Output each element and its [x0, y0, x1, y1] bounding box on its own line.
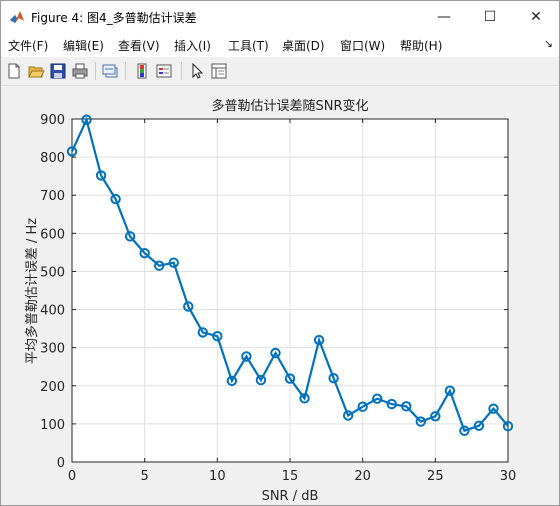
minimize-icon: —	[437, 9, 451, 25]
save-icon[interactable]	[49, 62, 67, 80]
menu-view[interactable]: 查看(V)	[118, 37, 160, 54]
matlab-logo-icon	[10, 11, 24, 23]
maximize-icon: ☐	[483, 9, 497, 25]
menu-window[interactable]: 窗口(W)	[340, 37, 385, 54]
y-axis-label: 平均多普勒估计误差 / Hz	[24, 218, 40, 364]
title-bar[interactable]: Figure 4: 图4_多普勒估计误差 — ☐ ✕	[1, 1, 559, 33]
menu-help[interactable]: 帮助(H)	[400, 37, 442, 54]
menu-bar: 文件(F) 编辑(E) 查看(V) 插入(I) 工具(T) 桌面(D) 窗口(W…	[1, 33, 559, 57]
y-tick-label: 900	[40, 113, 65, 128]
x-tick-label: 5	[141, 469, 149, 484]
close-icon: ✕	[530, 9, 542, 25]
window-title: Figure 4: 图4_多普勒估计误差	[31, 11, 197, 25]
print-icon[interactable]	[71, 62, 89, 80]
maximize-button[interactable]: ☐	[467, 1, 513, 33]
close-button[interactable]: ✕	[513, 1, 559, 33]
x-tick-label: 20	[354, 469, 371, 484]
toolbar-separator	[95, 62, 96, 80]
x-axis-label: SNR / dB	[262, 489, 319, 504]
y-tick-label: 800	[40, 151, 65, 166]
figure-canvas: 0 5 10 15 20 25 30 0 100 200 300 400 500 600 700 800 900…	[1, 86, 559, 505]
menu-insert[interactable]: 插入(I)	[174, 37, 211, 54]
menu-edit[interactable]: 编辑(E)	[63, 37, 104, 54]
y-tick-label: 600	[40, 227, 65, 242]
y-tick-label: 400	[40, 304, 65, 319]
new-figure-icon[interactable]	[5, 62, 23, 80]
y-tick-label: 0	[57, 456, 65, 471]
x-tick-label: 0	[68, 469, 76, 484]
figure-window: Figure 4: 图4_多普勒估计误差 — ☐ ✕ 文件(F) 编辑(E) 查…	[0, 0, 560, 506]
insert-legend-icon[interactable]	[155, 62, 173, 80]
line-chart[interactable]: 0 5 10 15 20 25 300100200300400500600700800900…	[1, 86, 559, 505]
property-inspector-icon[interactable]	[210, 62, 228, 80]
chart-title: 多普勒估计误差随SNR变化	[211, 98, 368, 114]
minimize-button[interactable]: —	[421, 1, 467, 33]
y-tick-label: 500	[40, 265, 65, 280]
y-tick-label: 300	[40, 342, 65, 357]
link-icon[interactable]	[101, 62, 119, 80]
y-tick-label: 200	[40, 380, 65, 395]
menu-desktop[interactable]: 桌面(D)	[282, 37, 325, 54]
menu-tools[interactable]: 工具(T)	[228, 37, 269, 54]
dock-arrow-icon[interactable]: ↘	[544, 37, 553, 50]
x-tick-label: 15	[282, 469, 299, 484]
x-tick-label: 10	[209, 469, 226, 484]
y-tick-label: 100	[40, 418, 65, 433]
x-tick-label: 25	[427, 469, 444, 484]
x-tick-label: 30	[500, 469, 517, 484]
pointer-icon[interactable]	[188, 62, 206, 80]
toolbar-separator	[125, 62, 126, 80]
y-tick-label: 700	[40, 189, 65, 204]
menu-file[interactable]: 文件(F)	[8, 37, 48, 54]
toolbar-separator	[181, 62, 182, 80]
figure-toolbar	[1, 57, 559, 86]
insert-colorbar-icon[interactable]	[133, 62, 151, 80]
open-file-icon[interactable]	[27, 62, 45, 80]
